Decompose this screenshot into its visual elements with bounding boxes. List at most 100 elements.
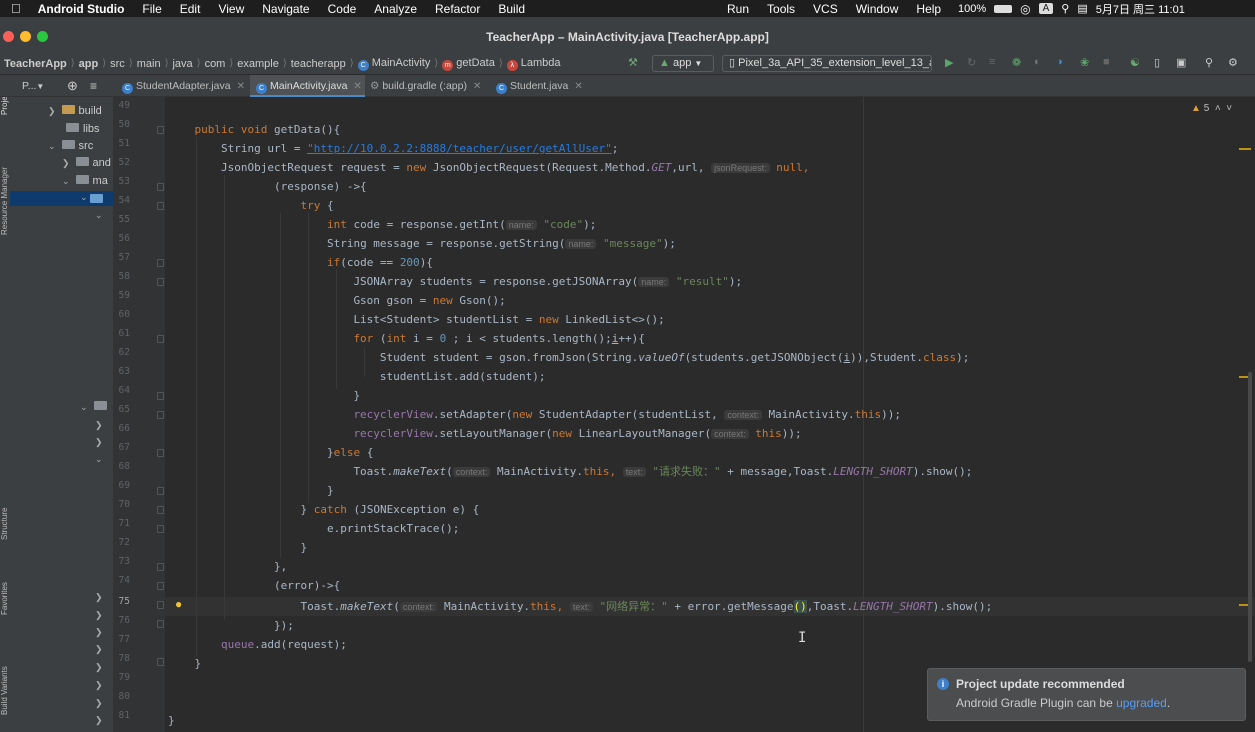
fold-marker[interactable]	[157, 278, 164, 286]
line-number[interactable]: 64	[113, 385, 130, 396]
tree-item-android-test[interactable]: ❯ and	[62, 157, 111, 169]
line-number[interactable]: 56	[113, 233, 130, 244]
tree-item-sub[interactable]: ❯	[95, 697, 103, 709]
fold-marker[interactable]	[157, 183, 164, 191]
line-number[interactable]: 73	[113, 556, 130, 567]
coverage-icon[interactable]: ◐	[1034, 56, 1041, 68]
fold-marker[interactable]	[157, 202, 164, 210]
fold-marker[interactable]	[157, 582, 164, 590]
device-select[interactable]: ▯ Pixel_3a_API_35_extension_level_13_a ▼	[722, 55, 932, 72]
url-link[interactable]: "http://10.0.2.2:8888/teacher/user/getAl…	[307, 142, 612, 155]
line-number[interactable]: 59	[113, 290, 130, 301]
tab-build-gradle[interactable]: ⚙ build.gradle (:app) ✕	[370, 75, 490, 97]
crumb-getdata[interactable]: m getData	[438, 57, 499, 71]
fold-marker[interactable]	[157, 525, 164, 533]
maximize-window-icon[interactable]	[37, 31, 48, 42]
line-number[interactable]: 52	[113, 157, 130, 168]
fold-marker[interactable]	[157, 506, 164, 514]
project-update-notification[interactable]: i Project update recommended Android Gra…	[927, 668, 1246, 721]
fold-marker[interactable]	[157, 563, 164, 571]
datetime[interactable]: 5月7日 周三 11:01	[1096, 1, 1185, 17]
crumb-project[interactable]: TeacherApp	[0, 58, 71, 70]
tab-main-activity[interactable]: C MainActivity.java ✕	[250, 75, 365, 97]
menu-help[interactable]: Help	[916, 2, 941, 16]
code-editor[interactable]: ▲ 5 ˄ ˅ public void getData(){ String ur…	[165, 97, 1255, 732]
run-config-select[interactable]: ▲ app ▼	[652, 55, 714, 72]
crumb-main[interactable]: main	[133, 58, 165, 70]
line-number[interactable]: 78	[113, 653, 130, 664]
tree-item-sub[interactable]: ❯	[95, 419, 103, 431]
line-number[interactable]: 77	[113, 634, 130, 645]
line-number[interactable]: 53	[113, 176, 130, 187]
tab-student[interactable]: C Student.java ✕	[496, 75, 591, 97]
settings-gear-icon[interactable]: ⚙	[1228, 56, 1238, 69]
tree-item-sub[interactable]: ❯	[95, 714, 103, 726]
line-number[interactable]: 67	[113, 442, 130, 453]
tree-item-res[interactable]: ⌄	[80, 401, 111, 413]
tree-item-src[interactable]: ⌄ src	[48, 140, 93, 152]
close-tab-icon[interactable]: ✕	[353, 81, 361, 92]
line-number[interactable]: 80	[113, 691, 130, 702]
run-icon[interactable]: ▶	[945, 56, 953, 69]
tree-item-sub[interactable]: ❯	[95, 436, 103, 448]
line-number[interactable]: 71	[113, 518, 130, 529]
line-number[interactable]: 69	[113, 480, 130, 491]
tree-item-sub[interactable]: ❯	[95, 609, 103, 621]
sdk-manager-icon[interactable]: ▣	[1176, 56, 1186, 69]
line-number[interactable]: 75	[113, 596, 130, 607]
rerun-icon[interactable]: ↻	[967, 56, 976, 69]
line-number[interactable]: 54	[113, 195, 130, 206]
menu-analyze[interactable]: Analyze	[374, 2, 417, 16]
fold-marker[interactable]	[157, 601, 164, 609]
line-number[interactable]: 57	[113, 252, 130, 263]
upgrade-link[interactable]: upgraded	[1116, 696, 1167, 710]
tab-student-adapter[interactable]: C StudentAdapter.java ✕	[118, 75, 245, 97]
menu-run[interactable]: Run	[727, 2, 749, 16]
fold-marker[interactable]	[157, 126, 164, 134]
line-number[interactable]: 72	[113, 537, 130, 548]
menu-vcs[interactable]: VCS	[813, 2, 838, 16]
close-tab-icon[interactable]: ✕	[237, 81, 245, 92]
close-window-icon[interactable]	[3, 31, 14, 42]
minimize-window-icon[interactable]	[20, 31, 31, 42]
fold-marker[interactable]	[157, 658, 164, 666]
menu-code[interactable]: Code	[328, 2, 357, 16]
stop-icon[interactable]: ■	[1103, 56, 1110, 68]
menu-navigate[interactable]: Navigate	[262, 2, 309, 16]
crumb-com[interactable]: com	[201, 58, 230, 70]
line-number[interactable]: 50	[113, 119, 130, 130]
tree-item-selected[interactable]: ⌄	[10, 191, 113, 206]
line-number[interactable]: 74	[113, 575, 130, 586]
menu-file[interactable]: File	[142, 2, 161, 16]
fold-marker[interactable]	[157, 487, 164, 495]
fold-marker[interactable]	[157, 259, 164, 267]
menu-window[interactable]: Window	[856, 2, 899, 16]
menu-build[interactable]: Build	[498, 2, 525, 16]
device-manager-icon[interactable]: ▯	[1154, 56, 1160, 69]
apply-changes-icon[interactable]: ≡	[989, 56, 995, 68]
line-number[interactable]: 63	[113, 366, 130, 377]
collapse-all-icon[interactable]: ≡	[90, 75, 97, 97]
hammer-build-icon[interactable]: ⚒	[628, 56, 638, 69]
menu-edit[interactable]: Edit	[180, 2, 201, 16]
attach-debugger-icon[interactable]: ❀	[1080, 56, 1089, 69]
spotlight-search-icon[interactable]: ⚲	[1061, 2, 1069, 15]
line-number[interactable]: 81	[113, 710, 130, 721]
search-icon[interactable]: ⚲	[1205, 56, 1213, 69]
close-tab-icon[interactable]: ✕	[473, 81, 481, 92]
tree-item-collapsed[interactable]: ⌄	[95, 209, 103, 221]
tree-item-sub[interactable]: ⌄	[95, 453, 103, 465]
line-number[interactable]: 65	[113, 404, 130, 415]
fold-marker[interactable]	[157, 411, 164, 419]
warning-marker[interactable]	[1239, 148, 1251, 150]
tree-item-sub[interactable]: ❯	[95, 643, 103, 655]
line-number[interactable]: 55	[113, 214, 130, 225]
editor-gutter[interactable]: 49 50 51 52 53 54 55 56 57 58 59 60 61 62 63 64 65 66 67 68…	[113, 97, 165, 732]
line-number[interactable]: 76	[113, 615, 130, 626]
lightbulb-icon[interactable]: ●	[175, 597, 182, 611]
tool-window-build-variants[interactable]: Build Variants	[0, 666, 9, 715]
control-center-icon[interactable]: ▤	[1077, 2, 1087, 15]
tree-item-sub[interactable]: ❯	[95, 679, 103, 691]
debug-icon[interactable]: ❁	[1012, 56, 1021, 69]
locate-file-icon[interactable]: ⊕	[67, 75, 78, 97]
